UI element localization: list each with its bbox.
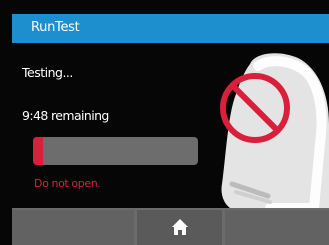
footer-left-button[interactable]: [12, 210, 134, 245]
footer-right-button[interactable]: [225, 210, 329, 245]
device-illustration: [220, 53, 329, 208]
progress-fill: [33, 137, 43, 165]
home-icon: [172, 219, 188, 235]
run-test-screen: RunTest Testing... 9:48 remaining Do not…: [0, 0, 329, 245]
home-button[interactable]: [137, 210, 222, 245]
title-bar: RunTest: [12, 14, 329, 43]
warning-message: Do not open.: [34, 177, 101, 190]
progress-bar: [33, 137, 198, 165]
status-text: Testing...: [22, 65, 73, 80]
footer-bar: [12, 208, 329, 245]
time-remaining: 9:48 remaining: [22, 108, 109, 123]
page-title: RunTest: [31, 20, 80, 35]
